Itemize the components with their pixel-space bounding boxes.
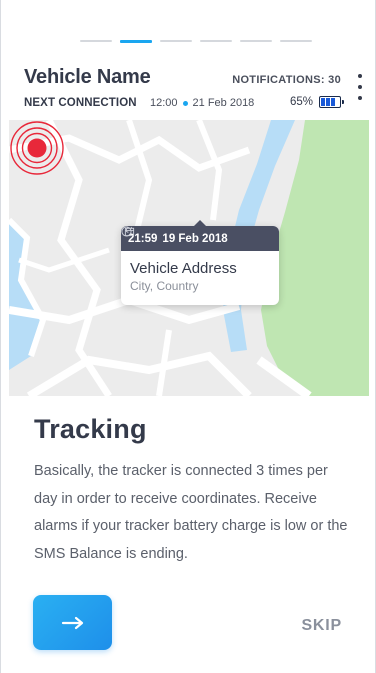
vehicle-city-country: City, Country — [130, 279, 199, 293]
next-connection-date: 21 Feb 2018 — [192, 97, 255, 109]
vehicle-name: Vehicle Name — [24, 66, 151, 88]
notifications-count[interactable]: NOTIFICATIONS: 30 — [232, 74, 341, 86]
next-connection-datetime: 12:00 21 Feb 2018 — [150, 97, 254, 109]
battery-percent: 65% — [289, 96, 313, 108]
map-view[interactable]: 21:59 19 Feb 2018 Vehicle Address City, … — [9, 120, 369, 396]
feature-title: Tracking — [34, 414, 147, 444]
page-indicator-dash[interactable] — [240, 40, 272, 42]
popup-timestamp: 21:59 19 Feb 2018 — [121, 226, 279, 251]
arrow-right-icon — [61, 616, 83, 629]
page-indicator-dash[interactable] — [80, 40, 112, 42]
more-options-icon[interactable] — [353, 74, 367, 100]
vehicle-location-popup[interactable]: 21:59 19 Feb 2018 Vehicle Address City, … — [121, 226, 279, 305]
next-button[interactable] — [33, 595, 112, 650]
skip-button[interactable]: SKIP — [301, 617, 342, 635]
page-indicator-dash-active[interactable] — [120, 39, 152, 43]
separator-dot — [182, 100, 188, 106]
battery-status: 65% — [289, 96, 344, 108]
location-pin-icon[interactable] — [9, 120, 65, 176]
page-indicator-dash[interactable] — [160, 40, 192, 42]
page-indicator-dash[interactable] — [200, 40, 232, 42]
vehicle-header: Vehicle Name NOTIFICATIONS: 30 NEXT CONN… — [24, 66, 367, 114]
next-connection-label: NEXT CONNECTION — [24, 97, 137, 109]
page-indicator — [80, 39, 312, 43]
page-indicator-dash[interactable] — [280, 40, 312, 42]
feature-description: Basically, the tracker is connected 3 ti… — [34, 463, 348, 562]
next-connection-time: 12:00 — [150, 97, 178, 109]
onboarding-screen: Vehicle Name NOTIFICATIONS: 30 NEXT CONN… — [0, 0, 376, 673]
popup-date: 19 Feb 2018 — [162, 232, 228, 245]
vehicle-address: Vehicle Address — [130, 260, 237, 277]
battery-icon — [319, 96, 344, 108]
calendar-icon — [124, 226, 135, 237]
